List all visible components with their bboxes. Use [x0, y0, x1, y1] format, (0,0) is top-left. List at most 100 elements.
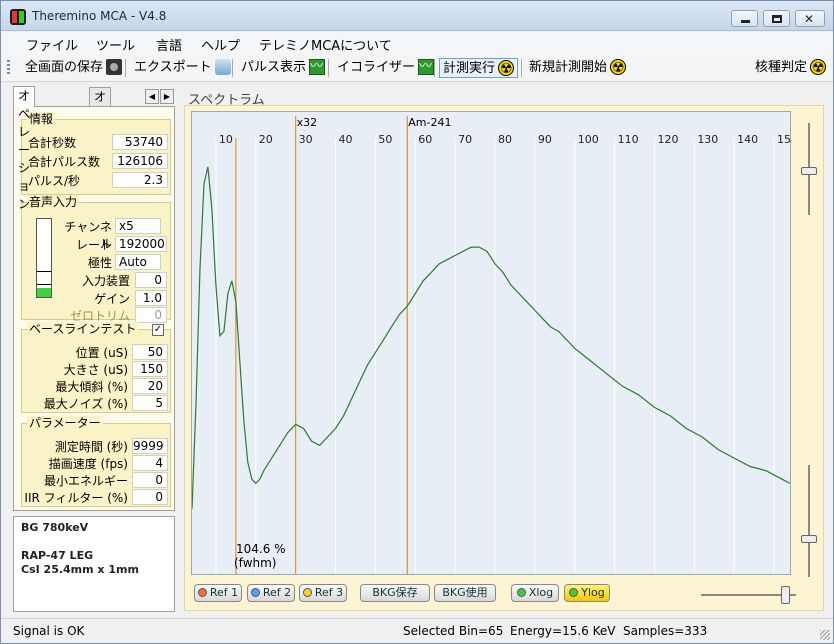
- tab-operation[interactable]: オペレーション: [13, 86, 36, 211]
- slider-thumb[interactable]: [781, 586, 790, 604]
- window-title: Theremino MCA - V4.8: [32, 9, 167, 23]
- slider-thumb[interactable]: [801, 535, 817, 543]
- toolbar-grip: [7, 60, 10, 76]
- export-button[interactable]: エクスポート: [134, 58, 231, 78]
- pulses-per-second-label: パルス/秒: [28, 174, 81, 188]
- green-dot-icon: [516, 587, 526, 597]
- lower-vertical-slider[interactable]: [801, 465, 817, 577]
- save-all-button[interactable]: 全画面の保存: [25, 58, 123, 78]
- upper-vertical-slider[interactable]: [801, 123, 817, 215]
- min-energy-field[interactable]: 0: [132, 472, 168, 488]
- menu-help[interactable]: ヘルプ: [201, 35, 240, 54]
- xlog-toggle[interactable]: Xlog: [511, 584, 559, 602]
- x-tick-label: 70: [458, 133, 472, 146]
- menu-bar: ファイル ツール 言語 ヘルプ テレミノMCAについて: [1, 32, 833, 54]
- spectrum-plot[interactable]: 10 20 30 40 50 60 70 80 90 100 110 120 130 140 150 x32…: [191, 112, 798, 574]
- title-bar: Theremino MCA - V4.8 ✕: [1, 1, 833, 31]
- bkg-use-button[interactable]: BKG使用: [434, 584, 496, 602]
- ref1-button[interactable]: Ref 1: [194, 584, 242, 602]
- x-axis-ticks: 10 20 30 40 50 60 70 80 90 100 110 120 130 140 150: [219, 133, 798, 146]
- equalizer-button[interactable]: イコライザー: [337, 57, 435, 78]
- toolbar-separator: [125, 59, 126, 77]
- ref3-button[interactable]: Ref 3: [299, 584, 347, 602]
- maximize-button[interactable]: [763, 10, 790, 27]
- ref2-label: Ref 2: [262, 586, 292, 599]
- baseline-test-checkbox[interactable]: ✓: [152, 324, 164, 336]
- nuclide-identify-button[interactable]: 核種判定: [755, 58, 827, 78]
- max-slope-field[interactable]: 20: [132, 378, 168, 394]
- min-energy-label: 最小エネルギー: [43, 474, 128, 488]
- zero-trim-field[interactable]: 0: [135, 307, 167, 323]
- spectrum-chart[interactable]: 10 20 30 40 50 60 70 80 90 100 110 120 130 140 150 x32…: [191, 111, 798, 575]
- info-group: 情報 合計秒数 53740 合計パルス数 126106 パルス/秒 2.3: [21, 112, 171, 195]
- bkg-save-button[interactable]: BKG保存: [360, 584, 430, 602]
- x-tick-label: 140: [737, 133, 758, 146]
- menu-language[interactable]: 言語: [156, 35, 182, 54]
- ref2-button[interactable]: Ref 2: [247, 584, 295, 602]
- horizontal-zoom-slider[interactable]: [701, 586, 796, 604]
- menu-file[interactable]: ファイル: [26, 35, 78, 54]
- channel-select[interactable]: x5: [115, 218, 161, 234]
- close-button[interactable]: ✕: [795, 10, 825, 27]
- fwhm-annotation-sub: (fwhm): [234, 556, 277, 570]
- tab-scroll-left-icon[interactable]: ◀: [145, 89, 159, 104]
- new-measurement-label: 新規計測開始: [529, 60, 608, 75]
- minimize-icon: [741, 20, 750, 23]
- tab-scroll-right-icon[interactable]: ▶: [160, 89, 174, 104]
- gain-field[interactable]: 1.0: [135, 290, 167, 306]
- yellow-dot-icon: [302, 587, 312, 597]
- radiation-icon: [810, 58, 827, 78]
- x-tick-label: 30: [299, 133, 313, 146]
- position-field[interactable]: 50: [132, 344, 168, 360]
- iir-filter-field[interactable]: 0: [132, 489, 168, 505]
- polarity-select[interactable]: Auto: [115, 254, 161, 270]
- rate-select[interactable]: 192000: [115, 236, 167, 252]
- x-tick-label: 20: [259, 133, 273, 146]
- xlog-label: Xlog: [528, 586, 554, 599]
- ylog-toggle[interactable]: Ylog: [564, 584, 610, 602]
- measure-time-field[interactable]: 9999: [132, 438, 168, 454]
- size-field[interactable]: 150: [132, 361, 168, 377]
- ref3-label: Ref 3: [314, 586, 344, 599]
- marker-lines: x32 Am-241: [235, 116, 451, 574]
- input-device-field[interactable]: 0: [135, 272, 167, 288]
- run-measurement-label: 計測実行: [443, 61, 496, 76]
- resize-grip-icon[interactable]: [820, 630, 830, 640]
- meter-tick: [37, 284, 51, 285]
- minimize-button[interactable]: [731, 10, 758, 27]
- toolbar: 全画面の保存 エクスポート パルス表示 イコライザー 計測実行 新規計測開始 核…: [1, 54, 833, 82]
- draw-speed-field[interactable]: 4: [132, 455, 168, 471]
- total-pulses-value: 126106: [112, 153, 168, 169]
- signal-status: Signal is OK: [13, 624, 85, 638]
- selected-bin-status: Selected Bin=65: [403, 624, 504, 638]
- tab-options[interactable]: オプション: [89, 87, 112, 176]
- pulse-view-button[interactable]: パルス表示: [241, 57, 326, 78]
- parameters-group: パラメーター 測定時間 (秒) 9999 描画速度 (fps) 4 最小エネルギ…: [21, 416, 171, 507]
- pulse-view-label: パルス表示: [241, 60, 307, 75]
- maximize-icon: [772, 15, 782, 23]
- notes-textbox[interactable]: BG 780keV RAP-47 LEG CsI 25.4mm x 1mm: [13, 516, 175, 612]
- ref1-label: Ref 1: [209, 586, 239, 599]
- x-tick-label: 40: [339, 133, 353, 146]
- nuclide-identify-label: 核種判定: [755, 60, 808, 75]
- new-measurement-button[interactable]: 新規計測開始: [529, 58, 627, 78]
- max-noise-field[interactable]: 5: [132, 395, 168, 411]
- fwhm-annotation: 104.6 %: [236, 542, 286, 556]
- pulses-per-second-value: 2.3: [112, 172, 168, 188]
- run-measurement-button[interactable]: 計測実行: [439, 58, 519, 79]
- slider-thumb[interactable]: [801, 167, 817, 175]
- status-bar: Signal is OK Selected Bin=65 Energy=15.6…: [1, 618, 833, 643]
- iir-filter-label: IIR フィルター (%): [24, 491, 128, 505]
- menu-about[interactable]: テレミノMCAについて: [259, 35, 392, 54]
- scroll-icon: [214, 58, 231, 75]
- meter-level-fill: [37, 287, 51, 297]
- parameters-title: パラメーター: [27, 416, 103, 430]
- toolbar-separator: [521, 59, 522, 77]
- menu-tools[interactable]: ツール: [96, 35, 135, 54]
- max-slope-label: 最大傾斜 (%): [55, 380, 128, 394]
- x-tick-label: 100: [578, 133, 599, 146]
- x-tick-label: 50: [378, 133, 392, 146]
- baseline-test-group: ベースラインテスト ✓ 位置 (uS) 50 大きさ (uS) 150 最大傾斜…: [21, 322, 171, 413]
- size-label: 大きさ (uS): [63, 363, 128, 377]
- note-line: BG 780keV: [21, 521, 89, 534]
